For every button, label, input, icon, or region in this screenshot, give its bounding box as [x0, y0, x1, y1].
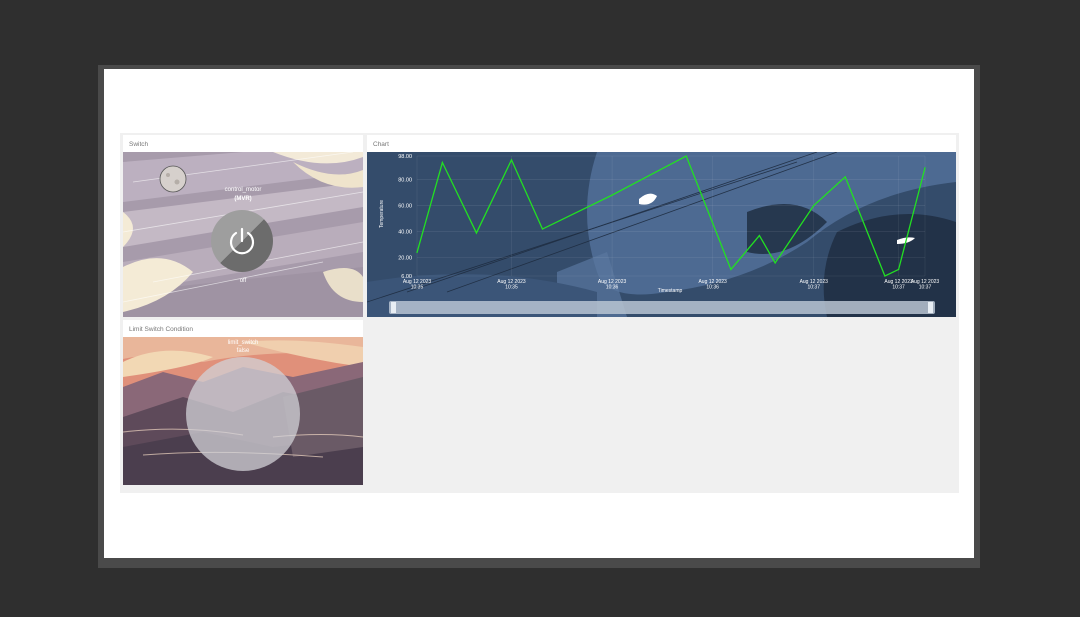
temperature-data-point[interactable]: [611, 194, 613, 196]
temperature-data-point[interactable]: [758, 234, 760, 237]
temperature-data-point[interactable]: [541, 228, 544, 230]
limit-device-name: limit_switch: [227, 340, 259, 346]
y-axis-label: Temperature: [379, 200, 385, 228]
x-tick-time-label: 10:35: [505, 285, 518, 291]
limit-widget-title: Limit Switch Condition: [129, 326, 193, 333]
scrollbar-right-handle[interactable]: [928, 302, 933, 313]
limit-state-label: false: [236, 348, 250, 354]
switch-device-name: control_motor: [224, 187, 262, 193]
chart-widget-title: Chart: [373, 141, 389, 148]
switch-widget-body: control_motor (MVR) off: [123, 152, 363, 317]
x-tick-time-label: 10:37: [892, 285, 905, 291]
temperature-data-point[interactable]: [685, 155, 687, 157]
temperature-data-point[interactable]: [813, 204, 815, 207]
x-axis-label: Timestamp: [658, 288, 683, 294]
power-toggle-button[interactable]: [211, 210, 273, 272]
x-tick-time-label: 10:37: [919, 285, 932, 291]
limit-widget-body: limit_switch false: [123, 337, 363, 485]
switch-widget-title: Switch: [129, 141, 149, 148]
x-tick-time-label: 10:36: [706, 285, 719, 291]
chart-widget-body: 98.00 80.00 60.00 40.00 20.00 6.00 Aug 12 202…: [367, 152, 956, 317]
temperature-data-point[interactable]: [475, 232, 478, 234]
temperature-data-point[interactable]: [844, 176, 846, 178]
temperature-chart: 98.0080.0060.0040.0020.006.00 Aug 12 202…: [367, 152, 956, 317]
limit-indicator-circle: [186, 357, 300, 471]
chart-range-scrollbar[interactable]: [389, 301, 935, 314]
temperature-data-point[interactable]: [441, 161, 443, 164]
switch-device-code: (MVR): [234, 196, 252, 202]
temperature-data-point[interactable]: [924, 167, 926, 169]
switch-state-label: off: [239, 278, 247, 284]
temperature-data-point[interactable]: [510, 159, 513, 161]
x-tick-time-label: 10:36: [606, 285, 619, 291]
temperature-data-point[interactable]: [884, 275, 886, 277]
dashboard-area: Switch control_motor (MVR) off Limit Swi…: [120, 133, 959, 493]
y-tick-label: 20.00: [398, 256, 412, 262]
scrollbar-left-handle[interactable]: [391, 302, 396, 313]
y-tick-label: 80.00: [398, 177, 412, 183]
x-tick-time-label: 10:37: [807, 285, 820, 291]
y-tick-label: 98.00: [398, 154, 412, 160]
temperature-data-point[interactable]: [897, 268, 900, 271]
y-tick-label: 40.00: [398, 230, 412, 236]
temperature-data-point[interactable]: [416, 251, 418, 254]
temperature-data-point[interactable]: [774, 262, 776, 264]
temperature-data-point[interactable]: [730, 268, 732, 271]
power-icon: [229, 227, 255, 255]
y-tick-label: 60.00: [398, 204, 412, 210]
x-tick-time-label: 10:35: [411, 285, 424, 291]
